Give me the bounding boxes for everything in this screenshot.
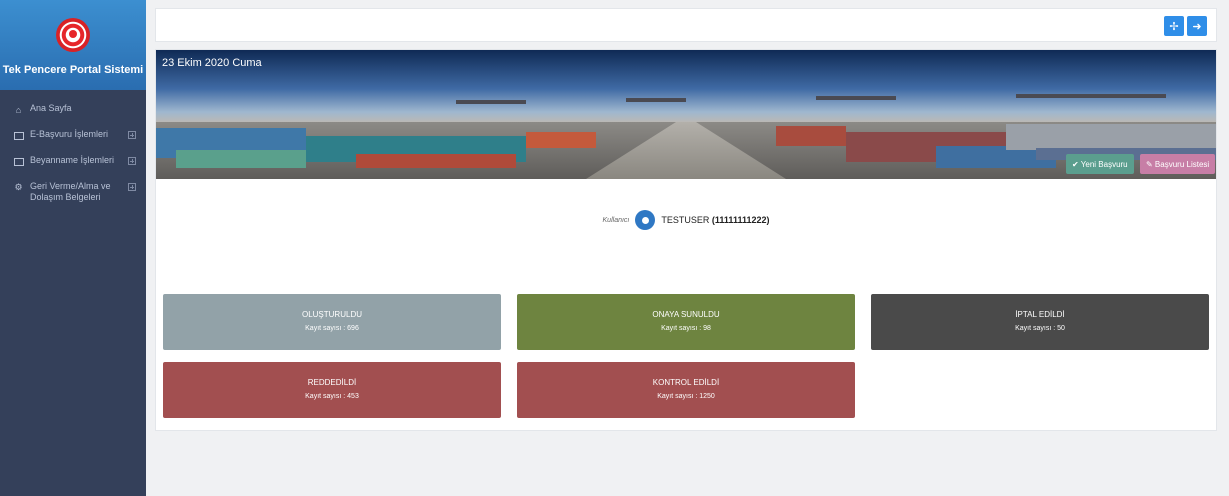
user-caption: Kullanıcı	[602, 216, 630, 224]
banner-date: 23 Ekim 2020 Cuma	[162, 57, 262, 69]
brand-title: Tek Pencere Portal Sistemi	[2, 64, 144, 76]
card-count: Kayıt sayısı : 1250	[657, 393, 715, 400]
home-icon: ⌂	[15, 104, 22, 115]
sidebar-item-ana-sayfa[interactable]: ⌂ Ana Sayfa	[0, 98, 146, 124]
sidebar-item-geri-verme[interactable]: ⚙ Geri Verme/Alma ve Dolaşım Belgeleri	[0, 176, 146, 208]
user-id: (11111111222)	[711, 215, 770, 225]
crane-shape	[816, 96, 896, 100]
crane-shape	[1016, 94, 1166, 98]
card-title: REDDEDİLDİ	[307, 378, 357, 387]
status-card-olusturuldu[interactable]: OLUŞTURULDU Kayıt sayısı : 696	[163, 294, 501, 350]
expand-icon[interactable]	[128, 131, 136, 139]
card-count: Kayıt sayısı : 50	[1015, 325, 1065, 332]
user-info: Kullanıcı TESTUSER (11111111222)	[156, 210, 1216, 230]
sidebar-item-label: Ana Sayfa	[30, 103, 72, 113]
card-count: Kayıt sayısı : 696	[305, 325, 359, 332]
card-title: İPTAL EDİLDİ	[1015, 310, 1065, 319]
container-stack	[1006, 124, 1216, 150]
status-card-reddedildi[interactable]: REDDEDİLDİ Kayıt sayısı : 453	[163, 362, 501, 418]
gear-icon: ⚙	[14, 182, 23, 192]
sidebar-nav: ⌂ Ana Sayfa E-Başvuru İşlemleri Beyannam…	[0, 90, 146, 208]
expand-icon[interactable]	[128, 157, 136, 165]
card-title: ONAYA SUNULDU	[652, 310, 720, 319]
image-icon	[13, 156, 24, 167]
sidebar-item-label: E-Başvuru İşlemleri	[30, 129, 109, 139]
sidebar-item-e-basvuru[interactable]: E-Başvuru İşlemleri	[0, 124, 146, 150]
user-avatar-icon	[635, 210, 656, 230]
sidebar-item-label: Beyanname İşlemleri	[30, 155, 115, 165]
expand-icon: ✢	[1169, 20, 1179, 33]
container-stack	[526, 132, 596, 148]
card-count: Kayıt sayısı : 453	[305, 393, 359, 400]
logout-button[interactable]: ➜	[1187, 16, 1207, 36]
container-stack	[176, 150, 306, 168]
card-title: OLUŞTURULDU	[301, 310, 362, 319]
card-count: Kayıt sayısı : 98	[661, 325, 711, 332]
status-card-kontrol-edildi[interactable]: KONTROL EDİLDİ Kayıt sayısı : 1250	[517, 362, 855, 418]
status-card-onaya-sunuldu[interactable]: ONAYA SUNULDU Kayıt sayısı : 98	[517, 294, 855, 350]
card-title: KONTROL EDİLDİ	[652, 378, 720, 387]
sidebar-item-label: Geri Verme/Alma ve Dolaşım Belgeleri	[30, 181, 111, 202]
crane-shape	[626, 98, 686, 102]
top-bar: ✢ ➜	[155, 8, 1217, 42]
brand-header: Tek Pencere Portal Sistemi	[0, 0, 146, 90]
chart-icon	[13, 130, 24, 141]
expand-icon[interactable]	[128, 183, 136, 191]
application-list-button[interactable]: ✎ Başvuru Listesi	[1140, 154, 1216, 174]
sidebar-item-beyanname[interactable]: Beyanname İşlemleri	[0, 150, 146, 176]
status-card-iptal-edildi[interactable]: İPTAL EDİLDİ Kayıt sayısı : 50	[871, 294, 1209, 350]
user-name: TESTUSER (11111111222)	[661, 215, 769, 225]
new-application-button[interactable]: ✔ Yeni Başvuru	[1066, 154, 1134, 174]
crane-shape	[456, 100, 526, 104]
sign-out-icon: ➜	[1192, 20, 1202, 33]
container-stack	[356, 154, 516, 168]
sidebar: Tek Pencere Portal Sistemi ⌂ Ana Sayfa E…	[0, 0, 146, 496]
user-name-text: TESTUSER	[661, 215, 710, 225]
fullscreen-button[interactable]: ✢	[1164, 16, 1184, 36]
ministry-emblem-icon	[56, 18, 90, 52]
port-banner-image: 23 Ekim 2020 Cuma ✔ Yeni Başvuru ✎ Başvu…	[156, 50, 1216, 179]
container-stack	[776, 126, 846, 146]
main-panel: 23 Ekim 2020 Cuma ✔ Yeni Başvuru ✎ Başvu…	[155, 49, 1217, 431]
